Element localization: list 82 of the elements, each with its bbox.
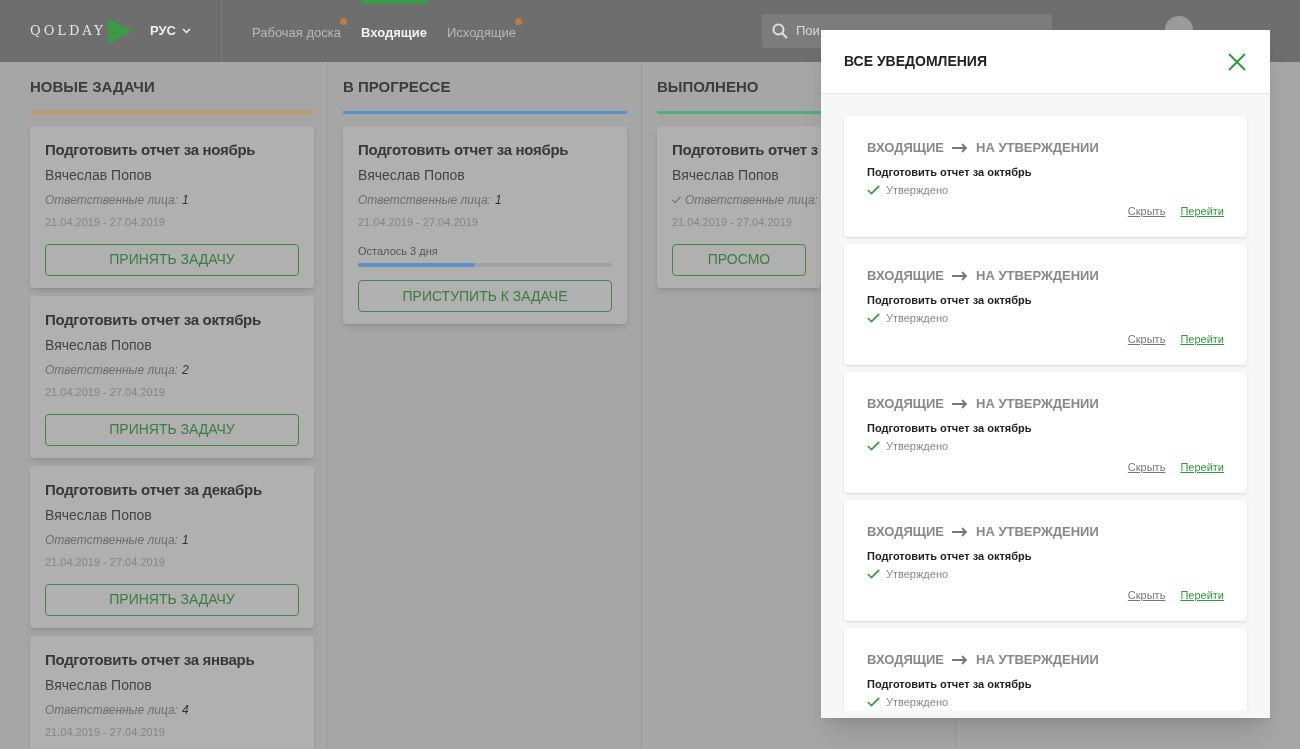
task-title: Подготовить отчет з [672,139,818,160]
hide-link[interactable]: Скрыть [1127,330,1166,347]
status-text: Утверждено [886,183,949,198]
target-label: НА УТВЕРЖДЕНИИ [976,523,1099,541]
source-label: ВХОДЯЩИЕ [867,267,945,285]
logo-triangle-icon [107,18,132,44]
source-label: ВХОДЯЩИЕ [867,395,945,413]
close-button[interactable] [1227,51,1247,72]
check-icon [867,697,880,708]
column-title: В ПРОГРЕССЕ [343,77,451,97]
arrow-right-icon [952,142,969,153]
responsible-count: 1 [181,192,189,209]
task-author: Вячеслав Попов [45,336,152,355]
source-label: ВХОДЯЩИЕ [867,523,945,541]
language-selector[interactable]: РУС [150,21,191,41]
target-label: НА УТВЕРЖДЕНИИ [976,651,1099,669]
task-author: Вячеслав Попов [45,166,152,185]
status-text: Утверждено [886,311,949,326]
task-author: Вячеслав Попов [358,166,465,185]
nav-tab[interactable]: Исходящие [446,0,516,62]
task-author: Вячеслав Попов [672,166,779,185]
go-link[interactable]: Перейти [1180,458,1224,475]
task-title: Подготовить отчет за ноябрь [358,139,569,160]
check-icon [867,185,880,196]
task-title: Подготовить отчет за январь [45,649,255,670]
arrow-right-icon [952,654,969,665]
arrow-right-icon [952,526,969,537]
task-title: Подготовить отчет за октябрь [45,309,261,330]
responsible-label: Ответственные лица: [358,192,491,209]
go-link[interactable]: Перейти [1180,202,1224,219]
hide-link[interactable]: Скрыть [1127,202,1166,219]
responsible-label: Ответственные лица: [45,532,178,549]
status-text: Утверждено [886,439,949,454]
arrow-right-icon [952,398,969,409]
task-name: Подготовить отчет за октябрь [867,420,1032,436]
go-link[interactable]: Перейти [1180,586,1224,603]
task-name: Подготовить отчет за октябрь [867,676,1032,692]
hide-link[interactable]: Скрыть [1127,586,1166,603]
task-author: Вячеслав Попов [45,676,152,695]
dialog-title: ВСЕ УВЕДОМЛЕНИЯ [844,52,987,71]
task-action-button[interactable]: ПРИСТУПИТЬ К ЗАДАЧЕ [358,280,612,312]
responsible-count: 1 [181,532,189,549]
responsible-count: 4 [181,702,189,719]
search-input[interactable]: Пои [796,21,836,41]
task-action-button[interactable]: ПРОСМО [672,243,806,276]
target-label: НА УТВЕРЖДЕНИИ [976,139,1099,157]
task-action-button[interactable]: ПРИНЯТЬ ЗАДАЧУ [45,243,299,276]
hide-link[interactable]: Скрыть [1127,458,1166,475]
responsible-label: Ответственные лица: [45,362,178,379]
task-title: Подготовить отчет за декабрь [45,479,262,500]
task-author: Вячеслав Попов [45,506,152,525]
task-title: Подготовить отчет за ноябрь [45,139,256,160]
task-name: Подготовить отчет за октябрь [867,164,1032,180]
status-text: Утверждено [886,695,949,710]
time-left: Осталось 3 дня [358,243,438,259]
source-label: ВХОДЯЩИЕ [867,651,945,669]
task-name: Подготовить отчет за октябрь [867,292,1032,308]
task-name: Подготовить отчет за октябрь [867,548,1032,564]
responsible-label: Ответственные лица: [685,192,818,209]
chevron-down-icon [182,28,191,34]
column-title: НОВЫЕ ЗАДАЧИ [30,77,155,97]
source-label: ВХОДЯЩИЕ [867,139,945,157]
target-label: НА УТВЕРЖДЕНИИ [976,267,1099,285]
logo-text: QOLDAY [30,22,106,41]
search-icon [772,23,788,39]
nav-tab[interactable]: Рабочая доска [252,0,342,62]
go-link[interactable]: Перейти [1180,330,1224,347]
nav-tab[interactable]: Входящие [361,0,427,62]
status-text: Утверждено [886,567,949,582]
column-title: ВЫПОЛНЕНО [657,77,759,97]
responsible-count: 1 [494,192,502,209]
arrow-right-icon [952,270,969,281]
responsible-label: Ответственные лица: [45,702,178,719]
check-icon [867,569,880,580]
responsible-count: 2 [181,362,189,379]
check-icon [672,196,681,204]
check-icon [867,313,880,324]
target-label: НА УТВЕРЖДЕНИИ [976,395,1099,413]
task-action-button[interactable]: ПРИНЯТЬ ЗАДАЧУ [45,413,299,446]
check-icon [867,441,880,452]
task-action-button[interactable]: ПРИНЯТЬ ЗАДАЧУ [45,583,299,616]
responsible-label: Ответственные лица: [45,192,178,209]
